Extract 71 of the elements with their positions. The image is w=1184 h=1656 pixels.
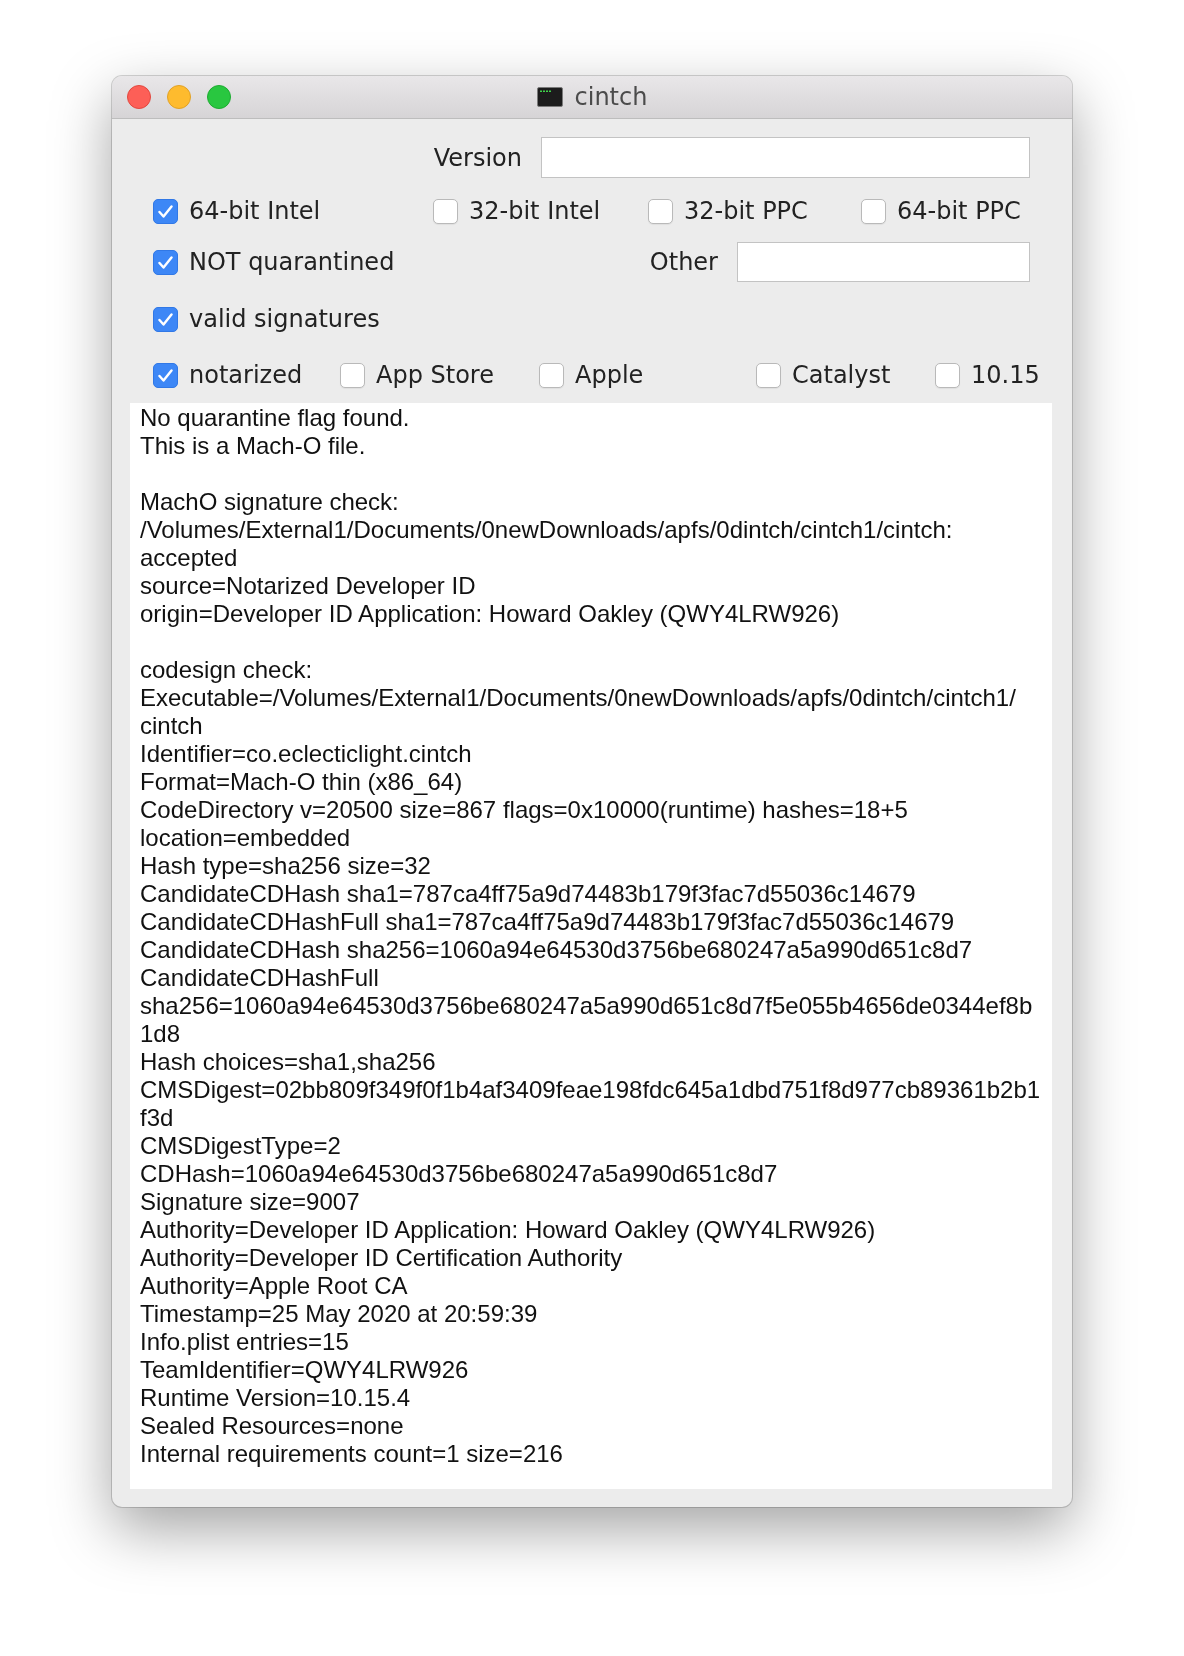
output-line: CDHash=1060a94e64530d3756be680247a5a990d651c8d7	[140, 1160, 779, 1188]
checkbox-label: 32-bit Intel	[469, 197, 601, 225]
checkbox-label: 64-bit Intel	[189, 197, 321, 225]
output-line: Internal requirements count=1 size=216	[140, 1440, 564, 1468]
output-line: location=embedded	[140, 824, 352, 852]
output-line: CMSDigestType=2	[140, 1132, 342, 1160]
output-line: codesign check:	[140, 656, 314, 684]
output-line: Hash type=sha256 size=32	[140, 852, 432, 880]
checkbox[interactable]	[153, 306, 178, 332]
checkbox-label: Catalyst	[792, 361, 891, 389]
output-line: CandidateCDHashFull sha1=787ca4ff75a9d74483b179f3fac7d55036c14679	[140, 908, 956, 936]
other-field[interactable]	[737, 242, 1030, 282]
output-line: Executable=/Volumes/External1/Documents/0newDownloads/apfs/0dintch/cintch1/	[140, 684, 1017, 712]
checkbox[interactable]	[153, 249, 178, 275]
checkbox[interactable]	[153, 198, 178, 224]
output-line: 1d8	[140, 1020, 182, 1048]
zoom-button[interactable]	[207, 85, 231, 109]
checkbox[interactable]	[340, 362, 365, 388]
output-line: Info.plist entries=15	[140, 1328, 350, 1356]
checkmark-icon	[158, 368, 173, 382]
output-line: Authority=Apple Root CA	[140, 1272, 409, 1300]
output-line: CMSDigest=02bb809f349f0f1b4af3409feae198fdc645a1dbd751f8d977cb89361b2b1	[140, 1076, 1042, 1104]
close-button[interactable]	[127, 85, 151, 109]
output-line: CandidateCDHash sha256=1060a94e64530d3756be680247a5a990d651c8d7	[140, 936, 974, 964]
checkbox-label: valid signatures	[189, 305, 380, 333]
output-line: This is a Mach-O file.	[140, 432, 367, 460]
checkbox-label: 32-bit PPC	[684, 197, 808, 225]
output-line: Sealed Resources=none	[140, 1412, 405, 1440]
checkbox-label: 10.15	[971, 361, 1040, 389]
output-line: Format=Mach-O thin (x86_64)	[140, 768, 464, 796]
field-label: Version	[433, 143, 522, 172]
checkbox-label: 64-bit PPC	[897, 197, 1021, 225]
window-title: cintch	[574, 83, 648, 111]
checkbox-label: NOT quarantined	[189, 248, 395, 276]
checkbox[interactable]	[648, 198, 673, 224]
output-line: Hash choices=sha1,sha256	[140, 1048, 437, 1076]
checkbox-label: Apple	[575, 361, 644, 389]
checkmark-icon	[158, 204, 173, 218]
output-line: accepted	[140, 544, 239, 572]
output-line: cintch	[140, 712, 204, 740]
checkbox-label: notarized	[189, 361, 303, 389]
checkbox[interactable]	[861, 198, 886, 224]
checkmark-icon	[158, 255, 173, 269]
output-line: Timestamp=25 May 2020 at 20:59:39	[140, 1300, 539, 1328]
output-line: /Volumes/External1/Documents/0newDownloads/apfs/0dintch/cintch1/cintch:	[140, 516, 954, 544]
output-line: CandidateCDHash sha1=787ca4ff75a9d74483b179f3fac7d55036c14679	[140, 880, 917, 908]
output-line: Runtime Version=10.15.4	[140, 1384, 412, 1412]
output-line: origin=Developer ID Application: Howard Oakley (QWY4LRW926)	[140, 600, 841, 628]
output-line: Authority=Developer ID Certification Authority	[140, 1244, 624, 1272]
output-line: MachO signature check:	[140, 488, 400, 516]
output-line: f3d	[140, 1104, 175, 1132]
checkbox[interactable]	[935, 362, 960, 388]
checkbox-label: App Store	[376, 361, 494, 389]
checkbox[interactable]	[433, 198, 458, 224]
output-line: No quarantine flag found.	[140, 404, 411, 432]
output-line: Authority=Developer ID Application: Howard Oakley (QWY4LRW926)	[140, 1216, 877, 1244]
terminal-icon	[536, 87, 563, 107]
output-line: Signature size=9007	[140, 1188, 361, 1216]
checkmark-icon	[158, 312, 173, 326]
checkbox[interactable]	[539, 362, 564, 388]
output-line: Identifier=co.eclecticlight.cintch	[140, 740, 473, 768]
field-label: Other	[649, 248, 718, 276]
output-line: CandidateCDHashFull	[140, 964, 380, 992]
checkbox[interactable]	[756, 362, 781, 388]
output-line: source=Notarized Developer ID	[140, 572, 477, 600]
output-line: CodeDirectory v=20500 size=867 flags=0x10000(runtime) hashes=18+5	[140, 796, 909, 824]
checkbox[interactable]	[153, 362, 178, 388]
output-line: sha256=1060a94e64530d3756be680247a5a990d651c8d7f5e055b4656de0344ef8b	[140, 992, 1034, 1020]
version-field[interactable]	[541, 137, 1030, 178]
minimize-button[interactable]	[167, 85, 191, 109]
output-line: TeamIdentifier=QWY4LRW926	[140, 1356, 470, 1384]
